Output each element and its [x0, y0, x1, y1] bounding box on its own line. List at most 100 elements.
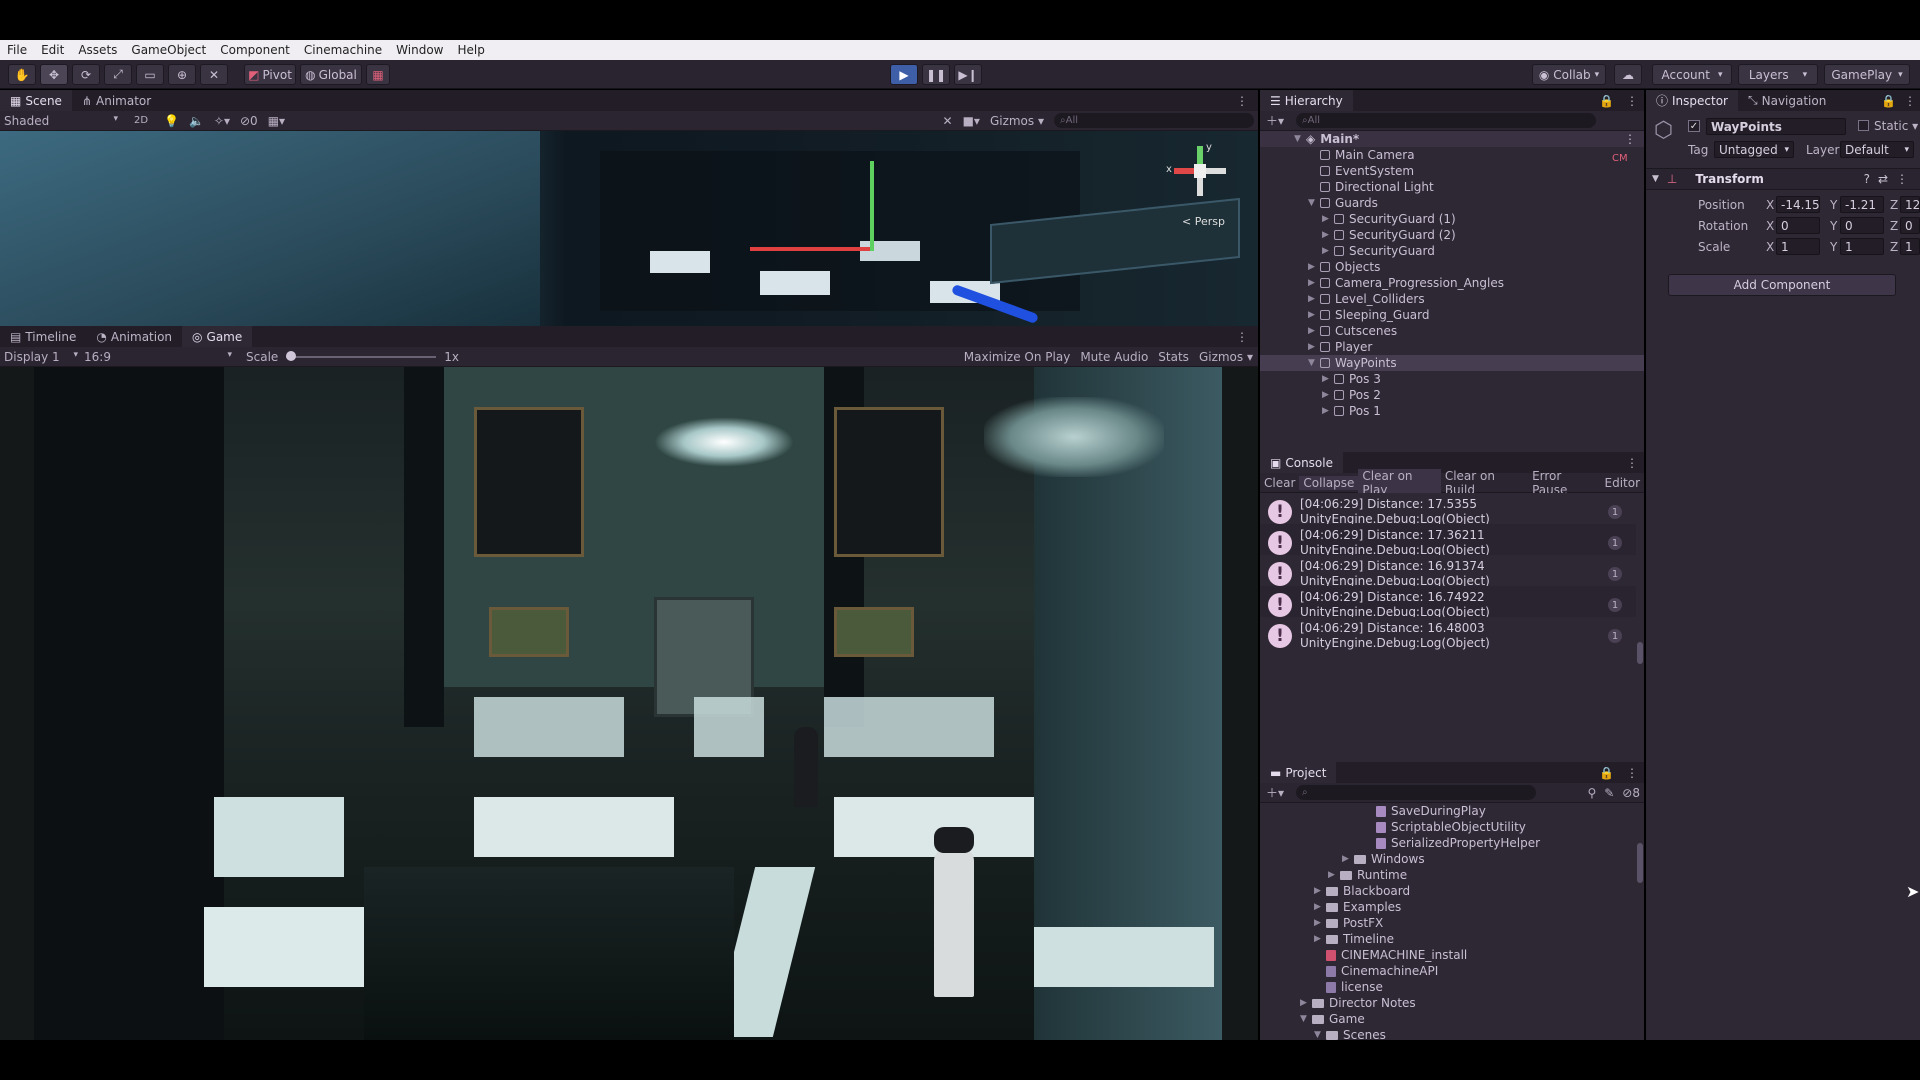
- rotation-y-field[interactable]: 0: [1840, 217, 1884, 234]
- project-item[interactable]: SerializedPropertyHelper: [1376, 835, 1540, 851]
- hand-tool-icon[interactable]: ✋: [8, 64, 36, 85]
- project-item[interactable]: license: [1326, 979, 1383, 995]
- hierarchy-item[interactable]: ▶ SecurityGuard (1): [1260, 211, 1644, 227]
- lock-icon[interactable]: 🔒: [1877, 94, 1900, 108]
- project-search-input[interactable]: ⌕: [1296, 785, 1537, 800]
- maximize-on-play-toggle[interactable]: Maximize On Play: [959, 350, 1076, 364]
- persp-label[interactable]: < Persp: [1182, 215, 1225, 228]
- hierarchy-item[interactable]: ▶ Level_Colliders: [1260, 291, 1644, 307]
- project-scroll-thumb[interactable]: [1637, 843, 1643, 883]
- hierarchy-item[interactable]: ▶ Objects: [1260, 259, 1644, 275]
- chevron-right-icon[interactable]: ▶: [1314, 918, 1326, 928]
- chevron-right-icon[interactable]: ▶: [1322, 374, 1334, 384]
- tag-dropdown[interactable]: Untagged ▾: [1714, 141, 1794, 158]
- hierarchy-item[interactable]: ▶ Pos 2: [1260, 387, 1644, 403]
- camera-icon[interactable]: ■▾: [963, 114, 980, 128]
- chevron-right-icon[interactable]: ▶: [1308, 294, 1320, 304]
- tab-hierarchy[interactable]: ☰ Hierarchy: [1260, 90, 1353, 111]
- project-item[interactable]: SaveDuringPlay: [1376, 803, 1486, 819]
- chevron-right-icon[interactable]: ▶: [1308, 310, 1320, 320]
- game-viewport[interactable]: [0, 367, 1258, 1040]
- project-item[interactable]: ▶ Blackboard: [1314, 883, 1410, 899]
- position-x-field[interactable]: -14.15: [1776, 196, 1820, 213]
- hierarchy-item[interactable]: ▶ Camera_Progression_Angles: [1260, 275, 1644, 291]
- project-item[interactable]: ▶ PostFX: [1314, 915, 1383, 931]
- cloud-icon[interactable]: ☁: [1614, 64, 1642, 85]
- hierarchy-item[interactable]: ▶ Sleeping_Guard: [1260, 307, 1644, 323]
- grid-snap-icon[interactable]: ▦: [366, 64, 390, 85]
- tools-icon[interactable]: ✕: [943, 114, 953, 128]
- move-tool-icon[interactable]: ✥: [40, 64, 68, 85]
- help-icon[interactable]: ?: [1864, 172, 1870, 186]
- component-menu-icon[interactable]: ⋮: [1896, 172, 1908, 186]
- scale-slider-knob[interactable]: [286, 350, 297, 361]
- menu-file[interactable]: File: [0, 43, 34, 57]
- chevron-right-icon[interactable]: ▶: [1308, 342, 1320, 352]
- global-toggle[interactable]: ◍ Global: [300, 64, 362, 85]
- rotation-x-field[interactable]: 0: [1776, 217, 1820, 234]
- chevron-right-icon[interactable]: ▶: [1314, 902, 1326, 912]
- rect-tool-icon[interactable]: ▭: [136, 64, 164, 85]
- position-z-field[interactable]: 12.85: [1900, 196, 1920, 213]
- hierarchy-item[interactable]: Directional Light: [1260, 179, 1644, 195]
- tab-inspector[interactable]: ⓘ Inspector: [1646, 90, 1738, 111]
- project-item[interactable]: ▶ Examples: [1314, 899, 1401, 915]
- project-item[interactable]: ▶ Runtime: [1328, 867, 1407, 883]
- project-item[interactable]: ▼ Game: [1300, 1011, 1365, 1027]
- chevron-down-icon[interactable]: ▼: [1308, 198, 1320, 208]
- hierarchy-search-input[interactable]: ⌕ All: [1296, 113, 1597, 128]
- mode-2d-toggle[interactable]: 2D: [130, 115, 152, 126]
- project-item[interactable]: ▶ Timeline: [1314, 931, 1394, 947]
- tab-timeline[interactable]: ▤ Timeline: [0, 326, 86, 347]
- hierarchy-item[interactable]: ▶ Pos 3: [1260, 371, 1644, 387]
- chevron-right-icon[interactable]: ▶: [1308, 278, 1320, 288]
- game-menu-icon[interactable]: ⋮: [1226, 326, 1258, 347]
- project-item[interactable]: ScriptableObjectUtility: [1376, 819, 1526, 835]
- layout-dropdown[interactable]: GamePlay ▾: [1824, 64, 1910, 85]
- account-dropdown[interactable]: Account ▾: [1652, 64, 1732, 85]
- audio-icon[interactable]: 🔈: [189, 114, 204, 128]
- hierarchy-item[interactable]: ▶ SecurityGuard: [1260, 243, 1644, 259]
- chevron-right-icon[interactable]: ▶: [1308, 326, 1320, 336]
- inspector-menu-icon[interactable]: ⋮: [1900, 94, 1920, 108]
- effects-icon[interactable]: ✧▾: [214, 114, 230, 128]
- scene-row[interactable]: ▼ ◈ Main* ⋮: [1260, 131, 1644, 147]
- object-name-field[interactable]: WayPoints: [1706, 118, 1846, 135]
- tab-project[interactable]: ▬ Project: [1260, 762, 1337, 783]
- scale-y-field[interactable]: 1: [1840, 238, 1884, 255]
- console-log-entry[interactable]: ! [04:06:29] Distance: 16.48003 UnityEngin…: [1260, 617, 1636, 655]
- console-menu-icon[interactable]: ⋮: [1620, 456, 1644, 470]
- gizmos-dropdown[interactable]: Gizmos ▾: [990, 114, 1044, 128]
- add-component-button[interactable]: Add Component: [1668, 274, 1896, 296]
- project-item[interactable]: ▼ Scenes: [1314, 1027, 1386, 1040]
- hierarchy-item[interactable]: ▶ Pos 1: [1260, 403, 1644, 419]
- chevron-right-icon[interactable]: ▼: [1314, 1030, 1326, 1040]
- hierarchy-menu-icon[interactable]: ⋮: [1620, 94, 1644, 108]
- project-item[interactable]: ▶ Windows: [1342, 851, 1425, 867]
- orientation-gizmo[interactable]: y x: [1166, 142, 1230, 206]
- chevron-right-icon[interactable]: ▶: [1322, 246, 1334, 256]
- play-button[interactable]: ▶: [890, 64, 918, 85]
- static-checkbox[interactable]: [1858, 120, 1869, 131]
- lighting-icon[interactable]: 💡: [164, 114, 179, 128]
- active-checkbox[interactable]: ✓: [1688, 120, 1700, 132]
- chevron-right-icon[interactable]: ▶: [1314, 934, 1326, 944]
- scene-menu-icon[interactable]: ⋮: [1624, 132, 1636, 146]
- tab-console[interactable]: ▣ Console: [1260, 452, 1343, 473]
- scene-viewport[interactable]: y x < Persp: [0, 131, 1258, 326]
- menu-edit[interactable]: Edit: [34, 43, 71, 57]
- project-item[interactable]: CinemachineAPI: [1326, 963, 1438, 979]
- chevron-right-icon[interactable]: ▶: [1322, 214, 1334, 224]
- filter-type-icon[interactable]: ⚲: [1583, 786, 1600, 800]
- game-gizmos-dropdown[interactable]: Gizmos ▾: [1194, 350, 1258, 364]
- pause-button[interactable]: ❚❚: [922, 64, 950, 85]
- chevron-right-icon[interactable]: ▶: [1322, 406, 1334, 416]
- menu-component[interactable]: Component: [213, 43, 297, 57]
- menu-gameobject[interactable]: GameObject: [124, 43, 213, 57]
- tab-animator[interactable]: ⋔ Animator: [72, 90, 161, 111]
- layers-dropdown[interactable]: Layers ▾: [1738, 64, 1818, 85]
- chevron-down-icon[interactable]: ▼: [1308, 358, 1320, 368]
- pivot-toggle[interactable]: ◩ Pivot: [244, 64, 296, 85]
- console-scroll-thumb[interactable]: [1637, 642, 1643, 664]
- hierarchy-item[interactable]: ▼ Guards: [1260, 195, 1644, 211]
